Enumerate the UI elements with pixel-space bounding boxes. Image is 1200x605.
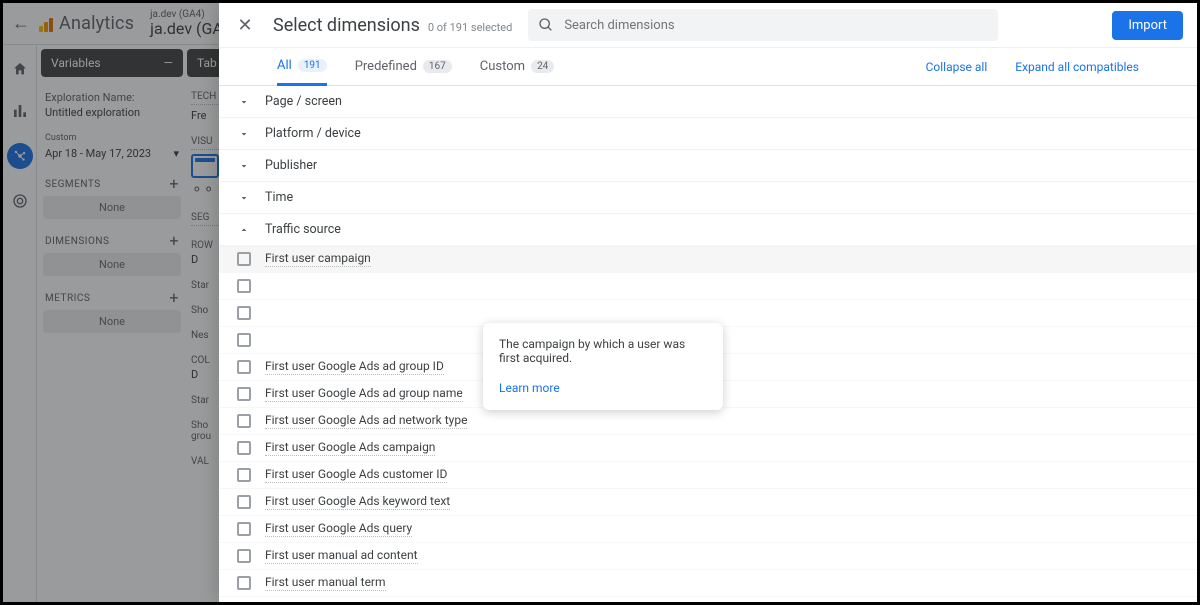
dimension-group-expanded[interactable]: Traffic source [219, 214, 1197, 246]
dimension-row[interactable]: First user Google Ads keyword text [219, 489, 1197, 516]
checkbox[interactable] [237, 522, 251, 536]
checkbox[interactable] [237, 495, 251, 509]
dimension-group[interactable]: Platform / device [219, 118, 1197, 150]
chevron-up-icon [237, 224, 251, 236]
collapse-all-link[interactable]: Collapse all [926, 60, 988, 74]
dimension-group[interactable]: Time [219, 182, 1197, 214]
dimension-row[interactable]: First user Google Ads customer ID [219, 462, 1197, 489]
dimension-name: First user manual ad content [265, 548, 418, 564]
import-button[interactable]: Import [1112, 11, 1183, 40]
dimension-name: First user Google Ads keyword text [265, 494, 450, 510]
dimension-name: First user Google Ads ad group name [265, 386, 463, 402]
dimension-row[interactable] [219, 273, 1197, 300]
group-name: Page / screen [265, 94, 342, 109]
dimension-group[interactable]: Page / screen [219, 86, 1197, 118]
checkbox[interactable] [237, 360, 251, 374]
dimension-name: First user Google Ads customer ID [265, 467, 447, 483]
chevron-down-icon [237, 96, 251, 108]
tab-predefined-count: 167 [423, 60, 452, 73]
dimension-tooltip: The campaign by which a user was first a… [483, 323, 723, 410]
tab-custom-count: 24 [531, 60, 554, 73]
dimension-name: First user campaign [265, 251, 371, 267]
modal-tabs: All 191 Predefined 167 Custom 24 Collaps… [219, 48, 1197, 86]
modal-title: Select dimensions [273, 15, 420, 36]
dimension-row[interactable]: First user Google Ads campaign [219, 435, 1197, 462]
search-icon [538, 17, 554, 33]
expand-all-link[interactable]: Expand all compatibles [1015, 60, 1139, 74]
chevron-down-icon [237, 192, 251, 204]
tooltip-text: The campaign by which a user was first a… [499, 337, 707, 365]
checkbox[interactable] [237, 252, 251, 266]
dimension-row[interactable]: First user Google Ads ad network type [219, 408, 1197, 435]
search-box[interactable] [528, 9, 998, 41]
modal-title-wrap: Select dimensions 0 of 191 selected [273, 15, 512, 36]
tab-custom[interactable]: Custom 24 [480, 48, 555, 85]
tab-all-count: 191 [298, 59, 327, 72]
checkbox[interactable] [237, 333, 251, 347]
search-wrap [528, 9, 1096, 41]
group-name: Platform / device [265, 126, 361, 141]
modal-header: ✕ Select dimensions 0 of 191 selected Im… [219, 3, 1197, 48]
search-input[interactable] [564, 18, 988, 33]
modal-subtitle: 0 of 191 selected [428, 21, 512, 34]
dimension-group[interactable]: Publisher [219, 150, 1197, 182]
checkbox[interactable] [237, 306, 251, 320]
select-dimensions-modal: ✕ Select dimensions 0 of 191 selected Im… [219, 3, 1197, 602]
tab-all[interactable]: All 191 [277, 49, 327, 86]
tab-custom-label: Custom [480, 59, 525, 74]
chevron-down-icon [237, 128, 251, 140]
dimension-row[interactable]: First user campaign [219, 246, 1197, 273]
checkbox[interactable] [237, 441, 251, 455]
dimension-name: First user Google Ads campaign [265, 440, 435, 456]
tab-predefined[interactable]: Predefined 167 [355, 48, 452, 85]
checkbox[interactable] [237, 468, 251, 482]
chevron-down-icon [237, 160, 251, 172]
dimension-name: First user Google Ads ad group ID [265, 359, 444, 375]
tab-predefined-label: Predefined [355, 59, 417, 74]
checkbox[interactable] [237, 576, 251, 590]
group-name: Time [265, 190, 293, 205]
tooltip-learn-more-link[interactable]: Learn more [499, 381, 560, 395]
group-name: Traffic source [265, 222, 341, 237]
tab-all-label: All [277, 58, 292, 73]
dimension-name: First user Google Ads ad network type [265, 413, 467, 429]
checkbox[interactable] [237, 549, 251, 563]
dimension-name: First user manual term [265, 575, 386, 591]
checkbox[interactable] [237, 414, 251, 428]
close-icon[interactable]: ✕ [233, 15, 257, 36]
dimension-row[interactable]: First user medium [219, 597, 1197, 602]
dimension-row[interactable]: First user manual term [219, 570, 1197, 597]
checkbox[interactable] [237, 279, 251, 293]
dimension-row[interactable]: First user manual ad content [219, 543, 1197, 570]
checkbox[interactable] [237, 387, 251, 401]
group-name: Publisher [265, 158, 317, 173]
dimension-name: First user Google Ads query [265, 521, 412, 537]
dimension-row[interactable]: First user Google Ads query [219, 516, 1197, 543]
